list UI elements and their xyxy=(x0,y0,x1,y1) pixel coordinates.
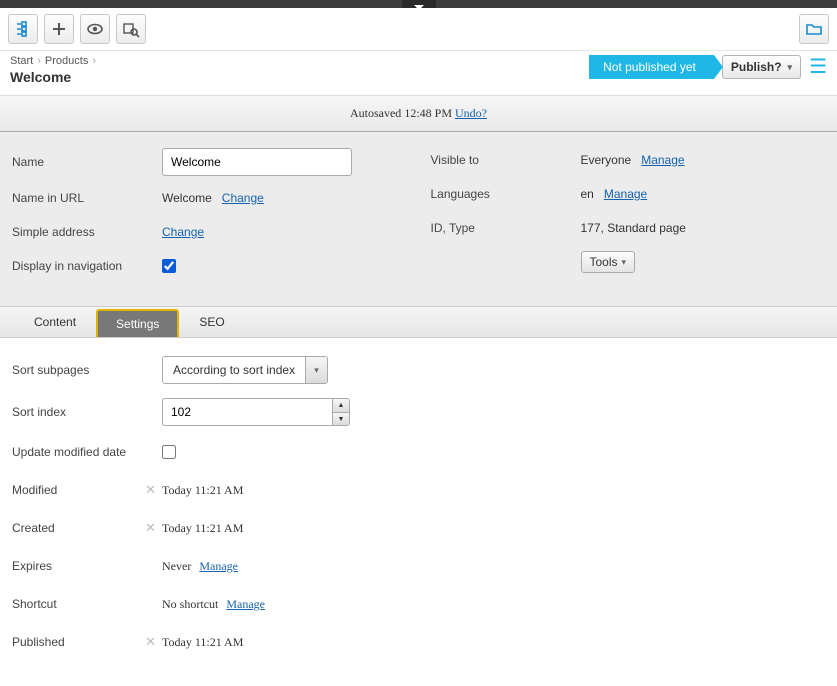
breadcrumb-products[interactable]: Products xyxy=(45,55,88,67)
expires-label: Expires xyxy=(12,559,162,573)
wrench-icon[interactable]: ✕ xyxy=(145,482,156,498)
name-url-value: Welcome xyxy=(162,191,212,205)
tab-seo[interactable]: SEO xyxy=(179,307,244,337)
chevron-down-icon: ▾ xyxy=(305,357,327,383)
visible-to-label: Visible to xyxy=(431,153,581,167)
idtype-label: ID, Type xyxy=(431,221,581,235)
shortcut-manage-link[interactable]: Manage xyxy=(226,597,265,612)
breadcrumb: Start › Products › xyxy=(10,55,96,67)
autosave-prefix: Autosaved xyxy=(350,106,401,120)
sort-subpages-label: Sort subpages xyxy=(12,363,162,377)
publish-label: Publish? xyxy=(731,60,782,74)
sort-subpages-select[interactable]: According to sort index ▾ xyxy=(162,356,328,384)
update-modified-label: Update modified date xyxy=(12,445,162,459)
tools-button[interactable]: Tools ▾ xyxy=(581,251,636,273)
page-header: Start › Products › Welcome Not published… xyxy=(0,51,837,95)
sort-subpages-value: According to sort index xyxy=(163,357,305,383)
tools-label: Tools xyxy=(590,255,618,269)
settings-panel: Sort subpages According to sort index ▾ … xyxy=(0,338,837,686)
expires-manage-link[interactable]: Manage xyxy=(199,559,238,574)
idtype-value: 177, Standard page xyxy=(581,221,686,235)
tab-content[interactable]: Content xyxy=(14,307,96,337)
chevron-right-icon: › xyxy=(37,55,41,67)
preview-button[interactable] xyxy=(80,14,110,44)
expires-value: Never xyxy=(162,559,191,574)
shortcut-label: Shortcut xyxy=(12,597,162,611)
display-nav-label: Display in navigation xyxy=(12,259,162,273)
breadcrumb-start[interactable]: Start xyxy=(10,55,33,67)
simple-address-label: Simple address xyxy=(12,225,162,239)
stepper-up[interactable]: ▲ xyxy=(333,399,349,413)
page-title: Welcome xyxy=(10,69,96,85)
publish-status-flag: Not published yet xyxy=(589,55,714,79)
sort-index-label: Sort index xyxy=(12,405,162,419)
name-label: Name xyxy=(12,155,162,169)
add-button[interactable] xyxy=(44,14,74,44)
chevron-right-icon: › xyxy=(92,55,96,67)
sort-index-stepper[interactable]: ▲ ▼ xyxy=(162,398,350,426)
assets-button[interactable] xyxy=(799,14,829,44)
visible-to-manage-link[interactable]: Manage xyxy=(641,153,684,167)
chevron-down-icon: ▾ xyxy=(788,62,793,73)
publish-button[interactable]: Publish? ▾ xyxy=(722,55,801,79)
name-url-change-link[interactable]: Change xyxy=(222,191,264,205)
wrench-icon[interactable]: ✕ xyxy=(145,634,156,650)
name-url-label: Name in URL xyxy=(12,191,162,205)
undo-link[interactable]: Undo? xyxy=(455,106,487,120)
status-text: Not published yet xyxy=(603,60,696,74)
modified-value: Today 11:21 AM xyxy=(162,483,243,498)
toolbar xyxy=(0,8,837,51)
languages-label: Languages xyxy=(431,187,581,201)
created-label: Created xyxy=(12,521,55,535)
name-input[interactable] xyxy=(162,148,352,176)
properties-panel: Name Name in URL Welcome Change Simple a… xyxy=(0,132,837,307)
autosave-bar: Autosaved 12:48 PM Undo? xyxy=(0,95,837,132)
top-strip xyxy=(0,0,837,8)
published-value: Today 11:21 AM xyxy=(162,635,243,650)
search-button[interactable] xyxy=(116,14,146,44)
created-value: Today 11:21 AM xyxy=(162,521,243,536)
modified-label: Modified xyxy=(12,483,57,497)
sort-index-input[interactable] xyxy=(162,398,332,426)
update-modified-checkbox[interactable] xyxy=(162,445,176,459)
tabs-bar: Content Settings SEO xyxy=(0,307,837,338)
languages-value: en xyxy=(581,187,594,201)
shortcut-value: No shortcut xyxy=(162,597,218,612)
wrench-icon[interactable]: ✕ xyxy=(145,520,156,536)
simple-address-change-link[interactable]: Change xyxy=(162,225,204,239)
autosave-time: 12:48 PM xyxy=(404,106,452,120)
list-view-icon[interactable]: ☰ xyxy=(809,57,827,77)
tree-toggle-button[interactable] xyxy=(8,14,38,44)
chevron-down-icon: ▾ xyxy=(622,257,627,268)
visible-to-value: Everyone xyxy=(581,153,632,167)
display-nav-checkbox[interactable] xyxy=(162,259,176,273)
languages-manage-link[interactable]: Manage xyxy=(604,187,647,201)
published-label: Published xyxy=(12,635,65,649)
tab-settings[interactable]: Settings xyxy=(96,309,179,337)
stepper-down[interactable]: ▼ xyxy=(333,413,349,426)
